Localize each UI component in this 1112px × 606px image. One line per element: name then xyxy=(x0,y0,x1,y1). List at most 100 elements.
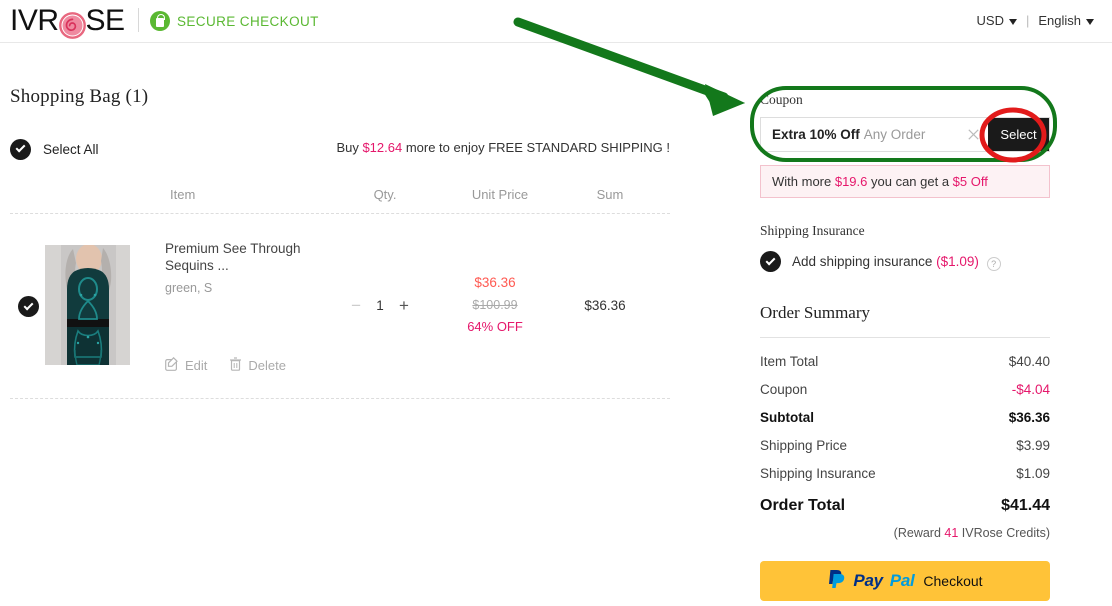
rose-icon xyxy=(58,11,86,39)
summary-value: $3.99 xyxy=(1016,438,1050,453)
select-all-checkbox[interactable] xyxy=(10,138,31,160)
close-icon[interactable] xyxy=(958,118,988,151)
order-summary-panel: Coupon Extra 10% Off Any Order Select Wit… xyxy=(760,43,1050,606)
shipping-insurance-text: Add shipping insurance ($1.09) ? xyxy=(792,253,1001,271)
currency-label: USD xyxy=(976,13,1004,28)
column-header-item: Item xyxy=(170,187,196,202)
chevron-down-icon xyxy=(1086,18,1094,25)
product-info: Premium See Through Sequins ... green, S… xyxy=(130,236,325,374)
coupon-input[interactable]: Extra 10% Off Any Order xyxy=(761,118,958,151)
coupon-select-button[interactable]: Select xyxy=(988,118,1049,151)
hint-middle: you can get a xyxy=(867,174,953,189)
chevron-down-icon xyxy=(1008,18,1017,25)
currency-selector[interactable]: USD xyxy=(977,13,1017,28)
summary-line-shipping-insurance: Shipping Insurance $1.09 xyxy=(760,466,1050,481)
product-title[interactable]: Premium See Through Sequins ... xyxy=(165,240,325,274)
edit-icon xyxy=(165,356,179,374)
order-summary-title: Order Summary xyxy=(760,303,1050,338)
reward-suffix: IVRose Credits) xyxy=(958,526,1050,540)
reward-prefix: (Reward xyxy=(893,526,945,540)
paypal-checkout-text: Checkout xyxy=(923,573,983,589)
discount-badge: 64% OFF xyxy=(467,319,523,334)
reward-credits-note: (Reward 41 IVRose Credits) xyxy=(760,526,1050,540)
coupon-value-rest: Any Order xyxy=(863,127,926,142)
summary-line-item-total: Item Total $40.40 xyxy=(760,354,1050,369)
line-sum: $36.36 xyxy=(584,297,626,313)
site-logo[interactable]: IVR SE xyxy=(10,4,126,39)
quantity-value[interactable]: 1 xyxy=(375,298,385,313)
quantity-increase-button[interactable]: + xyxy=(399,297,409,314)
select-all-label: Select All xyxy=(43,141,99,157)
summary-label: Subtotal xyxy=(760,410,814,425)
product-thumbnail[interactable] xyxy=(45,245,130,365)
shipping-insurance-checkbox[interactable] xyxy=(760,251,781,272)
hint-amount: $19.6 xyxy=(834,174,868,189)
locale-divider: | xyxy=(1025,13,1030,28)
paypal-pal-text: Pal xyxy=(889,571,915,590)
summary-label: Shipping Insurance xyxy=(760,466,876,481)
logo-text-left: IVR xyxy=(10,4,59,37)
summary-value: -$4.04 xyxy=(1011,382,1050,397)
insurance-text: Add shipping insurance xyxy=(792,253,933,269)
paypal-logo-icon xyxy=(827,569,846,594)
quantity-decrease-button[interactable]: − xyxy=(351,297,361,314)
price-original: $100.99 xyxy=(472,298,518,312)
coupon-field-group: Extra 10% Off Any Order Select xyxy=(760,117,1050,152)
insurance-price: ($1.09) xyxy=(936,253,979,269)
logo-text-right: SE xyxy=(85,4,126,37)
free-shipping-message: Buy $12.64 more to enjoy FREE STANDARD S… xyxy=(336,140,670,155)
summary-value: $1.09 xyxy=(1016,466,1050,481)
hint-prefix: With more xyxy=(772,174,835,189)
unit-price-cell: $36.36 $100.99 64% OFF xyxy=(435,272,555,338)
header-spacer xyxy=(10,187,135,202)
paypal-pay-text: Pay xyxy=(853,571,883,590)
summary-label: Shipping Price xyxy=(760,438,848,453)
column-header-sum: Sum xyxy=(596,187,624,202)
shipping-insurance-row: Add shipping insurance ($1.09) ? xyxy=(760,251,1050,272)
summary-value: $40.40 xyxy=(1008,354,1050,369)
checkout-page: IVR SE SECURE CHECKOUT USD | English Sho… xyxy=(0,0,1112,606)
column-header-qty: Qty. xyxy=(373,187,397,202)
item-checkbox[interactable] xyxy=(18,296,39,317)
table-row: Premium See Through Sequins ... green, S… xyxy=(10,214,670,399)
trash-icon xyxy=(229,357,242,374)
summary-line-shipping-price: Shipping Price $3.99 xyxy=(760,438,1050,453)
coupon-value-bold: Extra 10% Off xyxy=(772,127,860,142)
summary-value: $36.36 xyxy=(1008,410,1050,425)
language-selector[interactable]: English xyxy=(1038,13,1094,28)
hint-offer: $5 Off xyxy=(952,174,988,189)
edit-button[interactable]: Edit xyxy=(165,356,208,374)
quantity-stepper: − 1 + xyxy=(325,297,435,314)
language-label: English xyxy=(1038,13,1081,28)
edit-label: Edit xyxy=(185,358,208,373)
shopping-cart-section: Shopping Bag (1) Select All Buy $12.64 m… xyxy=(10,43,670,399)
order-total-label: Order Total xyxy=(760,497,846,514)
secure-checkout-label: SECURE CHECKOUT xyxy=(177,13,319,29)
delete-label: Delete xyxy=(248,358,286,373)
column-header-unit-price: Unit Price xyxy=(471,187,529,202)
question-icon[interactable]: ? xyxy=(986,256,1001,271)
summary-line-subtotal: Subtotal $36.36 xyxy=(760,410,1050,425)
locale-controls: USD | English xyxy=(977,13,1094,28)
page-title: Shopping Bag (1) xyxy=(10,86,149,107)
price-current: $36.36 xyxy=(474,275,516,290)
reward-points: 41 xyxy=(944,526,959,540)
summary-label: Coupon xyxy=(760,382,808,397)
product-variant: green, S xyxy=(165,281,213,295)
secure-checkout-badge: SECURE CHECKOUT xyxy=(150,11,319,31)
site-header: IVR SE SECURE CHECKOUT USD | English xyxy=(0,0,1112,43)
select-all-row: Select All Buy $12.64 more to enjoy FREE… xyxy=(10,137,670,161)
order-total-value: $41.44 xyxy=(1001,497,1050,514)
lock-icon xyxy=(150,11,170,31)
summary-label: Item Total xyxy=(760,354,819,369)
header-divider xyxy=(138,8,139,32)
free-shipping-prefix: Buy xyxy=(336,140,363,155)
shipping-insurance-label: Shipping Insurance xyxy=(760,223,865,238)
delete-button[interactable]: Delete xyxy=(229,357,286,374)
paypal-checkout-button[interactable]: Pay Pal Checkout xyxy=(760,561,1050,601)
product-actions: Edit Delete xyxy=(165,356,325,374)
coupon-hint-tooltip: With more $19.6 you can get a $5 Off xyxy=(760,165,1050,198)
coupon-label: Coupon xyxy=(760,92,803,107)
summary-line-coupon: Coupon -$4.04 xyxy=(760,382,1050,397)
summary-line-order-total: Order Total $41.44 xyxy=(760,497,1050,515)
